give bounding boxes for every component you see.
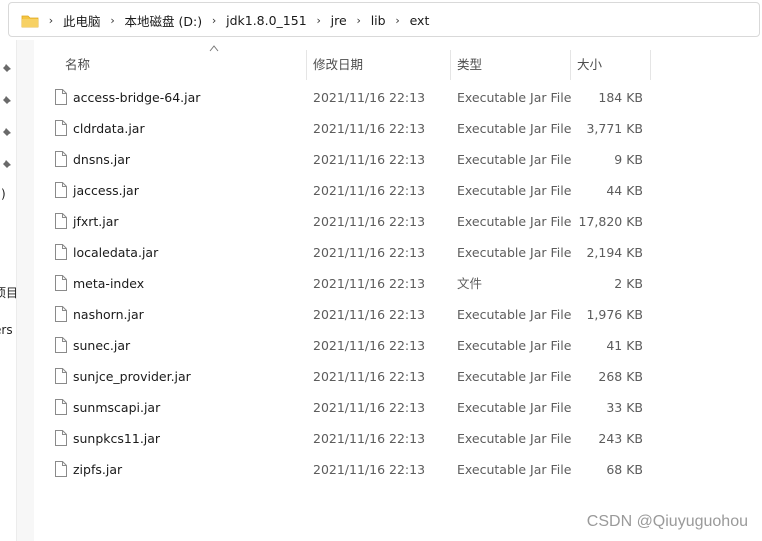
file-name: sunec.jar bbox=[73, 338, 131, 353]
pin-icon[interactable] bbox=[1, 94, 13, 106]
file-name: sunjce_provider.jar bbox=[73, 369, 191, 384]
address-bar[interactable]: › 此电脑 › 本地磁盘 (D:) › jdk1.8.0_151 › jre ›… bbox=[8, 2, 760, 37]
chevron-right-icon[interactable]: › bbox=[390, 14, 406, 27]
file-size: 41 KB bbox=[606, 338, 643, 353]
watermark: CSDN @Qiuyuguohou bbox=[586, 513, 748, 530]
file-size: 2 KB bbox=[614, 276, 643, 291]
file-date: 2021/11/16 22:13 bbox=[313, 90, 426, 105]
chevron-right-icon[interactable]: › bbox=[311, 14, 327, 27]
file-row[interactable]: nashorn.jar 2021/11/16 22:13 Executable … bbox=[33, 299, 762, 330]
breadcrumb-item-lib[interactable]: lib bbox=[367, 13, 390, 28]
file-icon bbox=[55, 337, 67, 353]
chevron-right-icon[interactable]: › bbox=[43, 14, 59, 27]
navigation-pane[interactable]: :) 项目 ers bbox=[0, 40, 16, 541]
file-size: 1,976 KB bbox=[586, 307, 643, 322]
file-size: 33 KB bbox=[606, 400, 643, 415]
file-icon bbox=[55, 89, 67, 105]
file-icon bbox=[55, 275, 67, 291]
file-date: 2021/11/16 22:13 bbox=[313, 183, 426, 198]
folder-icon bbox=[21, 15, 39, 28]
file-size: 3,771 KB bbox=[586, 121, 643, 136]
file-name: meta-index bbox=[73, 276, 145, 291]
chevron-right-icon[interactable]: › bbox=[105, 14, 121, 27]
file-date: 2021/11/16 22:13 bbox=[313, 338, 426, 353]
file-icon bbox=[55, 399, 67, 415]
file-date: 2021/11/16 22:13 bbox=[313, 245, 426, 260]
file-date: 2021/11/16 22:13 bbox=[313, 152, 426, 167]
file-row[interactable]: sunjce_provider.jar 2021/11/16 22:13 Exe… bbox=[33, 361, 762, 392]
file-row[interactable]: access-bridge-64.jar 2021/11/16 22:13 Ex… bbox=[33, 82, 762, 113]
file-row[interactable]: jaccess.jar 2021/11/16 22:13 Executable … bbox=[33, 175, 762, 206]
file-name: nashorn.jar bbox=[73, 307, 144, 322]
file-name: jaccess.jar bbox=[73, 183, 139, 198]
file-icon bbox=[55, 461, 67, 477]
file-name: dnsns.jar bbox=[73, 152, 131, 167]
file-name: access-bridge-64.jar bbox=[73, 90, 201, 105]
file-name: cldrdata.jar bbox=[73, 121, 145, 136]
file-date: 2021/11/16 22:13 bbox=[313, 400, 426, 415]
file-name: zipfs.jar bbox=[73, 462, 123, 477]
breadcrumb-item-this-pc[interactable]: 此电脑 bbox=[59, 11, 105, 30]
column-divider[interactable] bbox=[650, 50, 651, 80]
file-row[interactable]: meta-index 2021/11/16 22:13 文件 2 KB bbox=[33, 268, 762, 299]
file-date: 2021/11/16 22:13 bbox=[313, 369, 426, 384]
file-date: 2021/11/16 22:13 bbox=[313, 214, 426, 229]
breadcrumb-item-jdk[interactable]: jdk1.8.0_151 bbox=[222, 13, 311, 28]
file-name: localedata.jar bbox=[73, 245, 159, 260]
pin-icon[interactable] bbox=[1, 158, 13, 170]
file-size: 184 KB bbox=[598, 90, 643, 105]
file-icon bbox=[55, 430, 67, 446]
chevron-right-icon[interactable]: › bbox=[351, 14, 367, 27]
file-type: 文件 bbox=[457, 276, 483, 291]
file-row[interactable]: dnsns.jar 2021/11/16 22:13 Executable Ja… bbox=[33, 144, 762, 175]
column-header-name[interactable]: 名称 bbox=[57, 44, 307, 82]
file-size: 243 KB bbox=[598, 431, 643, 446]
file-row[interactable]: zipfs.jar 2021/11/16 22:13 Executable Ja… bbox=[33, 454, 762, 485]
file-icon bbox=[55, 244, 67, 260]
nav-item-fragment[interactable]: 项目 bbox=[0, 284, 16, 301]
file-name: sunpkcs11.jar bbox=[73, 431, 161, 446]
file-row[interactable]: localedata.jar 2021/11/16 22:13 Executab… bbox=[33, 237, 762, 268]
file-size: 44 KB bbox=[606, 183, 643, 198]
file-size: 17,820 KB bbox=[578, 214, 643, 229]
file-name: sunmscapi.jar bbox=[73, 400, 161, 415]
pin-icon[interactable] bbox=[1, 62, 13, 74]
file-row[interactable]: jfxrt.jar 2021/11/16 22:13 Executable Ja… bbox=[33, 206, 762, 237]
file-icon bbox=[55, 120, 67, 136]
nav-scrollbar[interactable] bbox=[16, 40, 34, 541]
file-row[interactable]: sunpkcs11.jar 2021/11/16 22:13 Executabl… bbox=[33, 423, 762, 454]
breadcrumb-item-drive-d[interactable]: 本地磁盘 (D:) bbox=[121, 11, 207, 30]
file-size: 268 KB bbox=[598, 369, 643, 384]
column-header-row: 名称 修改日期 类型 大小 bbox=[33, 40, 762, 86]
breadcrumb: › 此电脑 › 本地磁盘 (D:) › jdk1.8.0_151 › jre ›… bbox=[43, 3, 433, 38]
file-row[interactable]: sunmscapi.jar 2021/11/16 22:13 Executabl… bbox=[33, 392, 762, 423]
nav-item-fragment[interactable]: ers bbox=[0, 323, 13, 337]
file-size: 9 KB bbox=[614, 152, 643, 167]
file-icon bbox=[55, 151, 67, 167]
file-row[interactable]: cldrdata.jar 2021/11/16 22:13 Executable… bbox=[33, 113, 762, 144]
nav-item-fragment[interactable]: :) bbox=[0, 187, 6, 201]
file-date: 2021/11/16 22:13 bbox=[313, 276, 426, 291]
file-icon bbox=[55, 368, 67, 384]
pin-icon[interactable] bbox=[1, 126, 13, 138]
file-date: 2021/11/16 22:13 bbox=[313, 307, 426, 322]
file-row[interactable]: sunec.jar 2021/11/16 22:13 Executable Ja… bbox=[33, 330, 762, 361]
column-header-size[interactable]: 大小 bbox=[569, 44, 649, 82]
file-date: 2021/11/16 22:13 bbox=[313, 121, 426, 136]
file-date: 2021/11/16 22:13 bbox=[313, 431, 426, 446]
file-size: 2,194 KB bbox=[586, 245, 643, 260]
file-icon bbox=[55, 213, 67, 229]
breadcrumb-item-jre[interactable]: jre bbox=[327, 13, 351, 28]
file-size: 68 KB bbox=[606, 462, 643, 477]
column-header-date[interactable]: 修改日期 bbox=[305, 44, 445, 82]
file-date: 2021/11/16 22:13 bbox=[313, 462, 426, 477]
breadcrumb-item-ext[interactable]: ext bbox=[406, 13, 434, 28]
file-icon bbox=[55, 182, 67, 198]
file-name: jfxrt.jar bbox=[73, 214, 119, 229]
chevron-right-icon[interactable]: › bbox=[206, 14, 222, 27]
file-icon bbox=[55, 306, 67, 322]
column-header-type[interactable]: 类型 bbox=[449, 44, 569, 82]
